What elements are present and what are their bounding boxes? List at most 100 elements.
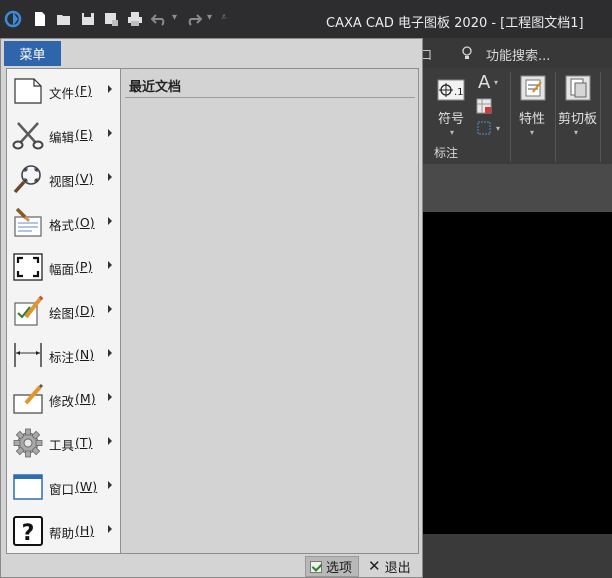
app-logo-icon[interactable] bbox=[4, 10, 22, 28]
close-icon: ✕ bbox=[368, 557, 381, 575]
submenu-arrow-icon bbox=[108, 393, 112, 401]
window-icon bbox=[13, 474, 43, 500]
table-icon[interactable] bbox=[476, 98, 492, 114]
menu-tab-label: 菜单 bbox=[19, 48, 46, 63]
submenu-arrow-icon bbox=[108, 481, 112, 489]
help-icon: ? bbox=[13, 516, 43, 546]
menu-item-label: 工具 bbox=[49, 438, 75, 453]
menu-tab[interactable]: 菜单 bbox=[4, 41, 61, 66]
symbol-dropdown-icon[interactable]: ▾ bbox=[450, 128, 454, 137]
zoom-view-icon bbox=[13, 165, 41, 194]
text-dropdown-icon[interactable]: ▾ bbox=[494, 78, 498, 87]
save-as-icon[interactable] bbox=[103, 11, 119, 27]
menu-item-modify[interactable]: 修改 (M) bbox=[7, 377, 120, 421]
ribbon-separator bbox=[600, 72, 601, 162]
menu-item-label: 文件 bbox=[49, 86, 75, 101]
submenu-arrow-icon bbox=[108, 85, 112, 93]
ribbon-separator bbox=[510, 72, 511, 162]
submenu-arrow-icon bbox=[108, 525, 112, 533]
dimension-style-dropdown-icon[interactable]: ▾ bbox=[496, 124, 500, 133]
menu-item-tools[interactable]: 工具 (T) bbox=[7, 421, 120, 465]
menu-item-hotkey: (O) bbox=[75, 215, 95, 230]
undo-icon[interactable] bbox=[151, 11, 167, 27]
menu-item-hotkey: (P) bbox=[75, 259, 93, 274]
application-menu: 菜单 文件 (F) 编辑 (E) 视图 (V) 格式 (O) 幅面 (P) 绘图… bbox=[0, 38, 423, 578]
submenu-arrow-icon bbox=[108, 437, 112, 445]
menu-item-view[interactable]: 视图 (V) bbox=[7, 157, 120, 201]
menu-item-window[interactable]: 窗口 (W) bbox=[7, 465, 120, 509]
print-icon[interactable] bbox=[127, 11, 143, 27]
symbol-button[interactable]: 符号 bbox=[438, 108, 464, 127]
divider bbox=[125, 97, 415, 98]
clipboard-dropdown-icon[interactable]: ▾ bbox=[574, 128, 578, 137]
clipboard-icon[interactable] bbox=[564, 74, 592, 102]
menu-item-label: 窗口 bbox=[49, 482, 75, 497]
modify-icon bbox=[13, 383, 44, 414]
clipboard-button[interactable]: 剪切板 bbox=[558, 108, 597, 127]
drawing-canvas[interactable] bbox=[420, 212, 612, 534]
svg-text:.1: .1 bbox=[454, 87, 464, 98]
recent-documents-panel: 最近文档 bbox=[121, 68, 419, 554]
ribbon-group-label: 标注 bbox=[434, 146, 459, 160]
menu-item-label: 标注 bbox=[49, 350, 75, 365]
redo-icon[interactable] bbox=[186, 11, 202, 27]
menu-item-hotkey: (F) bbox=[75, 83, 92, 98]
properties-button[interactable]: 特性 bbox=[519, 108, 545, 127]
menu-item-dimension[interactable]: 标注 (N) bbox=[7, 333, 120, 377]
format-brush-icon bbox=[14, 207, 42, 237]
menu-item-draw[interactable]: 绘图 (D) bbox=[7, 289, 120, 333]
submenu-arrow-icon bbox=[108, 217, 112, 225]
menu-item-sheet[interactable]: 幅面 (P) bbox=[7, 245, 120, 289]
recent-documents-title: 最近文档 bbox=[129, 80, 182, 95]
gear-icon bbox=[13, 428, 43, 458]
menu-item-list: 文件 (F) 编辑 (E) 视图 (V) 格式 (O) 幅面 (P) 绘图 (D… bbox=[6, 68, 121, 554]
menu-item-label: 绘图 bbox=[49, 306, 75, 321]
save-icon[interactable] bbox=[80, 11, 96, 27]
ribbon-panel: .1 符号 ▾ A ▾ ▾ 特性 ▾ 剪切板 ▾ 标注 bbox=[420, 68, 612, 164]
menu-item-hotkey: (T) bbox=[75, 435, 93, 450]
menu-item-edit[interactable]: 编辑 (E) bbox=[7, 113, 120, 157]
menu-item-label: 格式 bbox=[49, 218, 75, 233]
submenu-arrow-icon bbox=[108, 173, 112, 181]
menu-item-hotkey: (N) bbox=[75, 347, 95, 362]
submenu-arrow-icon bbox=[108, 305, 112, 313]
properties-dropdown-icon[interactable]: ▾ bbox=[530, 128, 534, 137]
status-area bbox=[420, 534, 612, 578]
options-button[interactable]: 选项 bbox=[305, 556, 359, 577]
dimension-icon bbox=[14, 343, 42, 367]
text-icon[interactable]: A bbox=[478, 72, 490, 93]
options-check-icon bbox=[310, 560, 322, 573]
menu-item-label: 视图 bbox=[49, 174, 75, 189]
menu-item-hotkey: (D) bbox=[75, 303, 95, 318]
menu-item-hotkey: (H) bbox=[75, 523, 95, 538]
window-title: CAXA CAD 电子图板 2020 - [工程图文档1] bbox=[326, 16, 584, 31]
menu-item-help[interactable]: ? 帮助 (H) bbox=[7, 509, 120, 553]
properties-icon[interactable] bbox=[519, 74, 547, 102]
menu-item-format[interactable]: 格式 (O) bbox=[7, 201, 120, 245]
submenu-arrow-icon bbox=[108, 129, 112, 137]
menu-item-label: 幅面 bbox=[49, 262, 75, 277]
title-bar: ▾ ▾ ⩡ CAXA CAD 电子图板 2020 - [工程图文档1] bbox=[0, 0, 612, 38]
svg-text:?: ? bbox=[22, 521, 35, 546]
menu-item-hotkey: (V) bbox=[75, 171, 94, 186]
menu-item-file[interactable]: 文件 (F) bbox=[7, 69, 120, 113]
open-folder-icon[interactable] bbox=[56, 11, 72, 27]
feature-search[interactable]: 功能搜索... bbox=[486, 45, 550, 64]
tolerance-symbol-icon[interactable]: .1 bbox=[437, 78, 465, 102]
new-file-icon[interactable] bbox=[32, 11, 48, 27]
undo-dropdown-icon[interactable]: ▾ bbox=[172, 12, 177, 23]
dimension-style-icon[interactable] bbox=[476, 120, 492, 136]
exit-button[interactable]: ✕ 退出 bbox=[365, 556, 417, 577]
exit-label: 退出 bbox=[384, 561, 411, 576]
menu-item-hotkey: (E) bbox=[75, 127, 93, 142]
customize-toolbar-icon[interactable]: ⩡ bbox=[221, 12, 227, 23]
draw-pencil-icon bbox=[14, 295, 44, 326]
redo-dropdown-icon[interactable]: ▾ bbox=[207, 12, 212, 23]
document-icon bbox=[14, 78, 42, 104]
options-label: 选项 bbox=[326, 561, 353, 576]
menu-item-hotkey: (W) bbox=[75, 479, 98, 494]
menu-item-hotkey: (M) bbox=[75, 391, 96, 406]
menu-item-label: 修改 bbox=[49, 394, 75, 409]
scissors-icon bbox=[12, 122, 44, 150]
ribbon-separator bbox=[555, 72, 556, 162]
